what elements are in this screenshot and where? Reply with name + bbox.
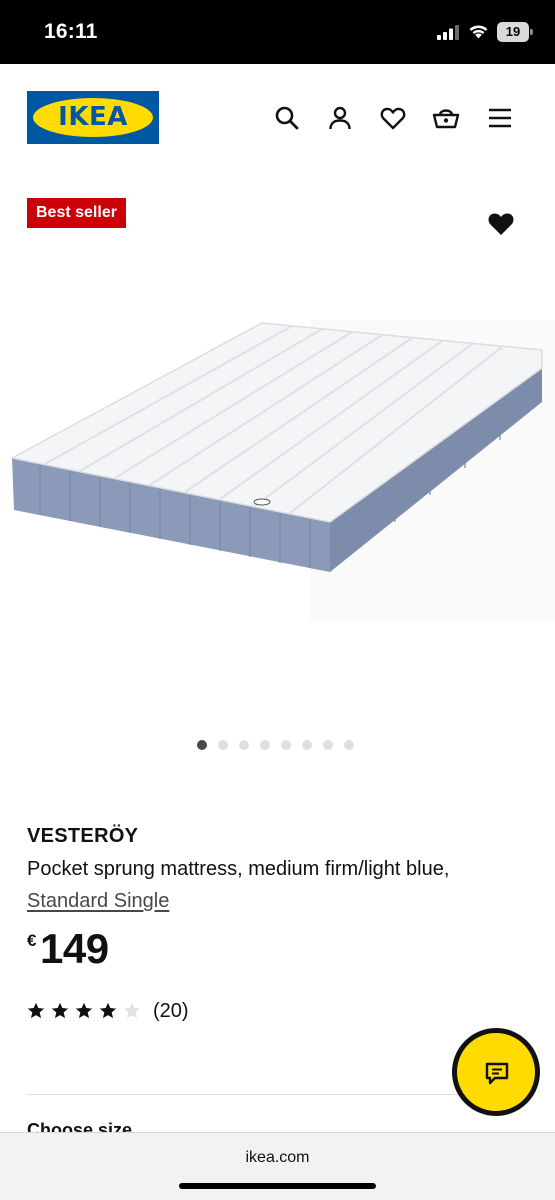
star-filled-icon	[27, 1002, 45, 1019]
price-value: 149	[40, 925, 109, 972]
carousel-dot[interactable]	[281, 740, 291, 750]
product-size-link[interactable]: Standard Single	[27, 889, 169, 913]
star-filled-icon	[51, 1002, 69, 1019]
carousel-dot[interactable]	[302, 740, 312, 750]
star-filled-icon	[75, 1002, 93, 1019]
carousel-dot[interactable]	[218, 740, 228, 750]
heart-icon[interactable]	[379, 104, 407, 132]
ikea-logo[interactable]: IKEA	[27, 91, 159, 144]
wifi-icon	[469, 25, 488, 39]
battery-icon: 19	[497, 22, 533, 42]
star-filled-icon	[99, 1002, 117, 1019]
basket-icon[interactable]	[432, 104, 460, 132]
menu-icon[interactable]	[486, 104, 514, 132]
chat-icon	[485, 1062, 509, 1085]
carousel-dot[interactable]	[344, 740, 354, 750]
chat-button[interactable]	[452, 1028, 540, 1116]
browser-address-bar[interactable]: ikea.com	[0, 1132, 555, 1200]
star-empty-icon	[123, 1002, 141, 1019]
battery-cap	[530, 29, 533, 35]
section-divider	[27, 1094, 527, 1095]
site-header: IKEA	[0, 64, 555, 174]
mattress-image[interactable]	[0, 290, 555, 620]
image-carousel-dots	[197, 740, 354, 750]
product-name: VESTERÖY	[27, 825, 139, 847]
best-seller-badge: Best seller	[27, 198, 126, 228]
product-description: Pocket sprung mattress, medium firm/ligh…	[27, 858, 450, 880]
battery-level: 19	[497, 22, 529, 42]
carousel-dot[interactable]	[239, 740, 249, 750]
url-text[interactable]: ikea.com	[0, 1149, 555, 1167]
user-icon[interactable]	[326, 104, 354, 132]
carousel-dot[interactable]	[260, 740, 270, 750]
favourite-heart-icon[interactable]	[486, 209, 516, 237]
home-indicator	[179, 1183, 376, 1189]
carousel-dot[interactable]	[323, 740, 333, 750]
search-icon[interactable]	[273, 104, 301, 132]
price-currency: €	[27, 931, 37, 950]
status-bar: 16:11 19	[0, 0, 555, 64]
signal-icon	[437, 25, 459, 40]
logo-text: IKEA	[58, 102, 128, 132]
review-count: (20)	[153, 1000, 189, 1022]
status-time: 16:11	[44, 20, 98, 43]
carousel-dot[interactable]	[197, 740, 207, 750]
